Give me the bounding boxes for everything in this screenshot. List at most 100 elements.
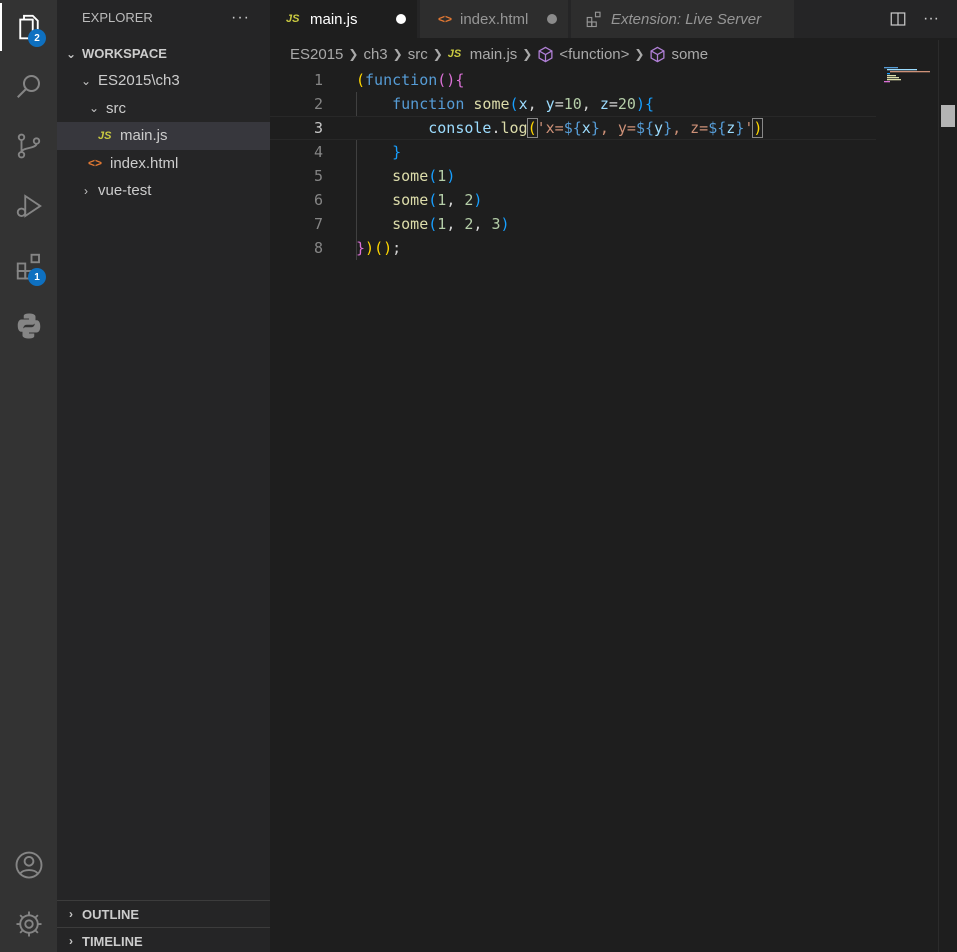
- tab-index-html[interactable]: <> index.html: [420, 0, 569, 38]
- html-file-icon: <>: [88, 156, 103, 171]
- tree-file-main-js[interactable]: JS main.js: [57, 122, 270, 150]
- extension-icon: [586, 11, 601, 28]
- code-text: console.log('x=${x}, y=${y}, z=${z}'): [428, 118, 764, 138]
- code-text: })();: [356, 239, 402, 257]
- tree-folder-es2015[interactable]: ⌄ ES2015\ch3: [57, 67, 270, 95]
- breadcrumb: ES2015 ❯ ch3 ❯ src ❯ JS main.js ❯ <funct…: [270, 40, 957, 68]
- js-file-icon: JS: [286, 13, 300, 25]
- tab-main-js[interactable]: JS main.js: [270, 0, 418, 38]
- line-number: 3: [313, 119, 323, 137]
- chevron-right-icon: ❯: [522, 47, 533, 61]
- code-editor[interactable]: 1 (function(){ 2 function some(x, y=10, …: [270, 68, 938, 952]
- line-number: 6: [313, 191, 323, 209]
- explorer-button[interactable]: 2: [0, 3, 57, 51]
- unsaved-dot-icon[interactable]: [547, 14, 557, 24]
- explorer-title: EXPLORER: [82, 10, 153, 25]
- tree-file-label: main.js: [120, 127, 168, 145]
- code-line[interactable]: 2 function some(x, y=10, z=20){: [270, 92, 876, 116]
- explorer-sidebar: EXPLORER ··· ⌄ WORKSPACE ⌄ ES2015\ch3 ⌄ …: [57, 0, 270, 952]
- tab-label: index.html: [460, 10, 529, 28]
- python-button[interactable]: [0, 302, 57, 350]
- html-file-icon: <>: [438, 12, 453, 26]
- timeline-title: TIMELINE: [82, 933, 143, 949]
- line-number: 2: [313, 95, 323, 113]
- python-icon: [17, 313, 40, 339]
- tree-folder-vue-test[interactable]: › vue-test: [57, 177, 270, 205]
- search-icon: [16, 75, 40, 98]
- tree-folder-label: src: [106, 99, 126, 117]
- code-text: function some(x, y=10, z=20){: [392, 95, 655, 113]
- symbol-method-icon: [538, 46, 553, 62]
- search-button[interactable]: [0, 62, 57, 110]
- editor-actions: ···: [889, 0, 939, 38]
- line-number: 8: [313, 239, 323, 257]
- chevron-right-icon: ❯: [348, 47, 359, 61]
- tree-file-label: index.html: [110, 154, 179, 172]
- code-line[interactable]: 1 (function(){: [270, 68, 876, 92]
- run-debug-icon: [16, 194, 42, 218]
- more-actions-icon[interactable]: ···: [923, 10, 939, 28]
- code-line[interactable]: 5 some(1): [270, 164, 876, 188]
- code-line[interactable]: 4 }: [270, 140, 876, 164]
- js-file-icon: JS: [447, 48, 462, 60]
- code-line[interactable]: 7 some(1, 2, 3): [270, 212, 876, 236]
- breadcrumb-item[interactable]: ES2015: [290, 46, 343, 63]
- explorer-header: EXPLORER ···: [57, 0, 270, 35]
- tab-label: Extension: Live Server: [611, 10, 762, 28]
- source-control-icon: [17, 133, 40, 159]
- tree-folder-label: ES2015\ch3: [98, 72, 180, 90]
- line-number: 7: [313, 215, 323, 233]
- tree-file-index-html[interactable]: <> index.html: [57, 150, 270, 178]
- chevron-right-icon: ❯: [634, 47, 645, 61]
- code-text: }: [392, 143, 402, 161]
- tab-label: main.js: [310, 10, 358, 28]
- explorer-badge: 2: [28, 29, 46, 47]
- chevron-right-icon: ›: [84, 183, 88, 198]
- workspace-title: WORKSPACE: [82, 46, 167, 61]
- timeline-section[interactable]: › TIMELINE: [57, 927, 270, 952]
- extensions-button[interactable]: 1: [0, 242, 57, 290]
- run-debug-button[interactable]: [0, 182, 57, 230]
- code-text: some(1): [392, 167, 456, 185]
- chevron-right-icon: ›: [69, 934, 73, 948]
- workspace-section[interactable]: ⌄ WORKSPACE: [57, 40, 270, 67]
- code-text: some(1, 2): [392, 191, 483, 209]
- line-number: 1: [313, 71, 323, 89]
- code-text: (function(){: [356, 71, 465, 89]
- tab-extension-live-server[interactable]: Extension: Live Server: [571, 0, 795, 38]
- manage-button[interactable]: [0, 900, 57, 948]
- code-line-current[interactable]: 3 console.log('x=${x}, y=${y}, z=${z}'): [270, 116, 876, 140]
- vertical-scrollbar[interactable]: [938, 40, 957, 952]
- chevron-right-icon: ›: [69, 907, 73, 921]
- chevron-down-icon: ⌄: [88, 101, 100, 116]
- breadcrumb-item[interactable]: some: [671, 46, 708, 63]
- accounts-button[interactable]: [0, 841, 57, 889]
- breadcrumb-item[interactable]: <function>: [559, 46, 629, 63]
- js-file-icon: JS: [98, 129, 112, 142]
- extensions-badge: 1: [28, 268, 46, 286]
- breadcrumb-item[interactable]: main.js: [470, 46, 518, 63]
- breadcrumb-item[interactable]: src: [408, 46, 428, 63]
- line-number: 4: [313, 143, 323, 161]
- more-actions-icon[interactable]: ···: [231, 9, 250, 27]
- line-number: 5: [313, 167, 323, 185]
- breadcrumb-item[interactable]: ch3: [363, 46, 387, 63]
- chevron-down-icon: ⌄: [80, 73, 92, 88]
- symbol-method-icon: [650, 46, 665, 62]
- tab-bar: JS main.js <> index.html Extension: Live…: [270, 0, 957, 38]
- code-line[interactable]: 8 })();: [270, 236, 876, 260]
- outline-section[interactable]: › OUTLINE: [57, 900, 270, 927]
- minimap[interactable]: [882, 66, 938, 86]
- chevron-right-icon: ❯: [432, 47, 443, 61]
- chevron-down-icon: ⌄: [65, 46, 77, 61]
- unsaved-dot-icon[interactable]: [396, 14, 406, 24]
- tree-folder-src[interactable]: ⌄ src: [57, 95, 270, 123]
- activity-bar: 2 1: [0, 0, 57, 952]
- outline-title: OUTLINE: [82, 906, 140, 922]
- code-line[interactable]: 6 some(1, 2): [270, 188, 876, 212]
- chevron-right-icon: ❯: [392, 47, 403, 61]
- gear-icon: [16, 911, 41, 937]
- tree-folder-label: vue-test: [98, 182, 152, 200]
- split-editor-icon[interactable]: [889, 10, 907, 28]
- source-control-button[interactable]: [0, 122, 57, 170]
